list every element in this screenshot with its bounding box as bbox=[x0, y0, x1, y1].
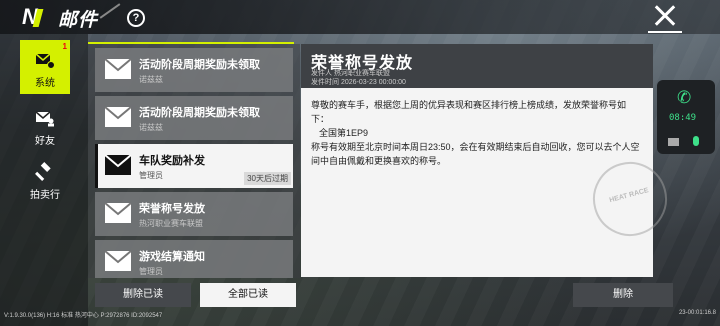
mail-subject: 荣誉称号发放 bbox=[139, 203, 205, 215]
mail-sender: 热河职业赛车联盟 bbox=[139, 219, 203, 228]
close-underline bbox=[648, 31, 682, 33]
help-circle-icon[interactable]: ? bbox=[127, 9, 145, 27]
mail-subject: 活动阶段周期奖励未领取 bbox=[139, 59, 260, 71]
mail-body-paragraph: 尊敬的赛车手，根据您上周的优异表现和赛区排行榜上榜成绩，发放荣誉称号如下： bbox=[311, 100, 627, 124]
envelope-icon bbox=[105, 251, 131, 271]
expiry-badge: 30天后过期 bbox=[244, 172, 291, 185]
mail-item-selected[interactable]: 车队奖励补发 管理员 30天后过期 bbox=[95, 144, 293, 188]
envelope-icon bbox=[105, 203, 131, 223]
sidebar-item-friends[interactable]: 好友 bbox=[20, 98, 70, 152]
mail-sender: 诺兹兹 bbox=[139, 123, 163, 132]
microphone-icon[interactable] bbox=[693, 136, 699, 146]
mail-item[interactable]: 游戏结算通知 管理员 bbox=[95, 240, 293, 278]
call-timer: 08:49 bbox=[669, 113, 697, 123]
close-icon[interactable] bbox=[650, 3, 680, 29]
unread-badge: 1 bbox=[62, 42, 67, 51]
envelope-icon bbox=[105, 107, 131, 127]
sidebar-item-label: 拍卖行 bbox=[30, 190, 60, 201]
top-bar: N 邮件 ? bbox=[0, 0, 720, 34]
build-info: V:1.9.30.0(136) H:16 标准 热河中心 P:2972876 I… bbox=[4, 313, 163, 319]
mail-body-paragraph: 称号有效期至北京时间本周日23:50，会在有效期结束后自动回收，您可以去个人空间… bbox=[311, 142, 640, 166]
gavel-icon bbox=[35, 162, 51, 181]
envelope-icon bbox=[105, 155, 131, 175]
mail-detail-body: 尊敬的赛车手，根据您上周的优异表现和赛区排行榜上榜成绩，发放荣誉称号如下： 全国… bbox=[311, 98, 641, 168]
mail-subject: 活动阶段周期奖励未领取 bbox=[139, 107, 260, 119]
title-divider bbox=[99, 3, 121, 19]
mail-subject: 车队奖励补发 bbox=[139, 155, 205, 167]
sidebar-item-label: 系统 bbox=[35, 78, 55, 89]
build-timestamp: 23-00:01:16.8 bbox=[678, 310, 716, 316]
delete-button[interactable]: 删除 bbox=[573, 283, 673, 307]
mail-sender: 管理员 bbox=[139, 267, 163, 276]
mail-item[interactable]: 活动阶段周期奖励未领取 诺兹兹 bbox=[95, 96, 293, 140]
camera-icon[interactable] bbox=[668, 138, 679, 146]
mail-detail-panel: 荣誉称号发放 发件人 热河职业赛车联盟 发件时间 2026-03-23 00:0… bbox=[301, 44, 676, 277]
mail-detail-time: 发件时间 2026-03-23 00:00:00 bbox=[311, 79, 406, 86]
mail-person-icon bbox=[35, 111, 54, 127]
phone-icon[interactable]: ✆ bbox=[677, 88, 695, 107]
mail-body-paragraph: 全国第1EP9 bbox=[319, 128, 369, 138]
mail-gear-icon bbox=[35, 53, 55, 69]
voice-call-widget[interactable]: ✆ 08:49 bbox=[657, 80, 715, 154]
sidebar-item-system[interactable]: 1 系统 bbox=[20, 40, 70, 94]
mail-sender: 管理员 bbox=[139, 171, 163, 180]
delete-read-button[interactable]: 删除已读 bbox=[95, 283, 191, 307]
game-logo: N bbox=[22, 6, 44, 28]
mail-item[interactable]: 活动阶段周期奖励未领取 诺兹兹 bbox=[95, 48, 293, 92]
page-title: 邮件 bbox=[58, 10, 99, 31]
sidebar-item-auction[interactable]: 拍卖行 bbox=[20, 152, 70, 206]
mail-sender: 诺兹兹 bbox=[139, 75, 163, 84]
mail-detail-header: 荣誉称号发放 发件人 热河职业赛车联盟 发件时间 2026-03-23 00:0… bbox=[301, 44, 653, 88]
mail-subject: 游戏结算通知 bbox=[139, 251, 205, 263]
mail-detail-meta: 发件人 热河职业赛车联盟 发件时间 2026-03-23 00:00:00 bbox=[311, 69, 406, 87]
mail-detail-sender: 发件人 热河职业赛车联盟 bbox=[311, 70, 390, 77]
mail-item[interactable]: 荣誉称号发放 热河职业赛车联盟 bbox=[95, 192, 293, 236]
sidebar-item-label: 好友 bbox=[35, 136, 55, 147]
category-sidebar: 1 系统 好友 拍卖行 bbox=[0, 34, 88, 326]
envelope-icon bbox=[105, 59, 131, 79]
mail-list[interactable]: 活动阶段周期奖励未领取 诺兹兹 活动阶段周期奖励未领取 诺兹兹 车队奖励补发 管… bbox=[88, 44, 300, 278]
read-all-button[interactable]: 全部已读 bbox=[200, 283, 296, 307]
